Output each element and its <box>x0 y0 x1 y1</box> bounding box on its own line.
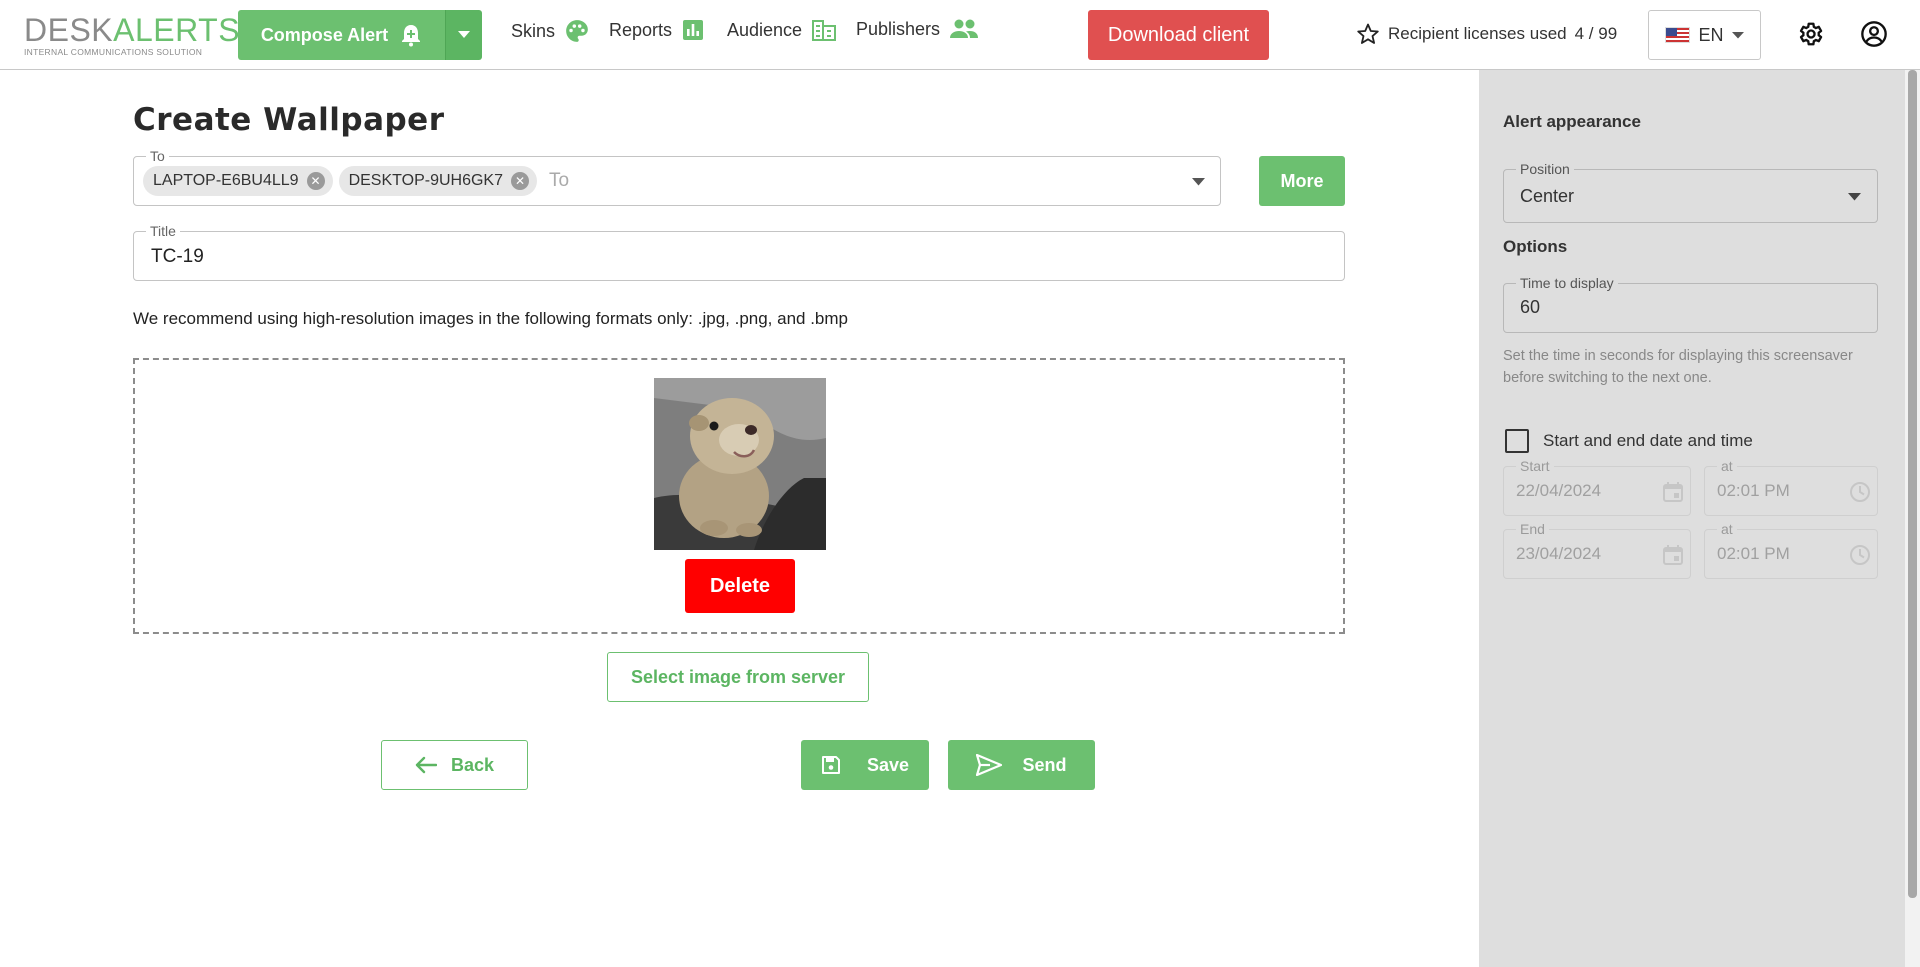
compose-alert-dropdown[interactable] <box>445 10 482 60</box>
time-to-display-legend: Time to display <box>1516 275 1618 291</box>
download-client-button[interactable]: Download client <box>1088 10 1269 60</box>
scrollbar-thumb[interactable] <box>1908 70 1917 898</box>
time-to-display-field[interactable]: Time to display 60 <box>1503 275 1878 333</box>
image-dropzone[interactable]: Delete <box>133 358 1345 634</box>
logo-alerts: ALERTS <box>113 12 241 48</box>
recipient-chip-label: DESKTOP-9UH6GK7 <box>348 172 503 189</box>
position-legend: Position <box>1516 161 1574 177</box>
delete-image-button[interactable]: Delete <box>685 559 795 613</box>
title-value[interactable]: TC-19 <box>151 246 204 268</box>
nav-publishers-label: Publishers <box>856 18 941 39</box>
end-time-value: 02:01 PM <box>1717 544 1790 563</box>
licenses-value: 4 / 99 <box>1574 24 1618 43</box>
nav-skins[interactable]: Skins <box>511 18 590 44</box>
recipient-chip[interactable]: LAPTOP-E6BU4LL9 ✕ <box>143 166 333 196</box>
time-to-display-value: 60 <box>1520 297 1541 317</box>
start-time-value: 02:01 PM <box>1717 481 1790 500</box>
options-heading: Options <box>1503 237 1568 256</box>
account-circle-icon[interactable] <box>1860 20 1888 48</box>
deskalerts-logo[interactable]: DESKALERTS INTERNAL COMMUNICATIONS SOLUT… <box>24 14 240 57</box>
caret-down-icon <box>1848 193 1861 201</box>
us-flag-icon <box>1665 27 1691 43</box>
select-image-from-server-button[interactable]: Select image from server <box>607 652 869 702</box>
back-label: Back <box>450 754 495 775</box>
top-bar: DESKALERTS INTERNAL COMMUNICATIONS SOLUT… <box>0 0 1920 70</box>
nav-reports[interactable]: Reports <box>609 18 705 42</box>
palette-icon <box>566 20 588 42</box>
remove-chip-icon[interactable]: ✕ <box>306 172 325 190</box>
to-placeholder[interactable]: To <box>549 170 569 192</box>
recipient-licenses: Recipient licenses used 4 / 99 <box>1356 22 1617 46</box>
page-scrollbar[interactable] <box>1905 70 1920 967</box>
page-title: Create Wallpaper <box>133 102 445 138</box>
nav-audience[interactable]: Audience <box>727 18 837 42</box>
recipient-chip-label: LAPTOP-E6BU4LL9 <box>153 172 299 189</box>
to-field[interactable]: To LAPTOP-E6BU4LL9 ✕ DESKTOP-9UH6GK7 ✕ T… <box>133 148 1221 206</box>
save-icon <box>821 756 840 774</box>
start-time-legend: at <box>1717 458 1737 474</box>
start-time-field[interactable]: at 02:01 PM <box>1704 458 1878 516</box>
otter-image-preview <box>654 378 826 550</box>
end-time-field[interactable]: at 02:01 PM <box>1704 521 1878 579</box>
people-icon <box>950 19 979 38</box>
audience-icon <box>812 20 837 41</box>
compose-alert-label: Compose Alert <box>260 24 389 45</box>
star-outline-icon <box>1357 23 1379 44</box>
gear-icon[interactable] <box>1796 20 1824 48</box>
language-label: EN <box>1698 24 1724 45</box>
more-button[interactable]: More <box>1259 156 1345 206</box>
to-legend: To <box>146 148 169 164</box>
start-date-value: 22/04/2024 <box>1516 481 1602 500</box>
save-label: Save <box>866 754 910 775</box>
recipient-chips: LAPTOP-E6BU4LL9 ✕ DESKTOP-9UH6GK7 ✕ To <box>143 166 569 196</box>
end-date-field[interactable]: End 23/04/2024 <box>1503 521 1691 579</box>
arrow-left-icon <box>415 756 437 774</box>
recipient-chip[interactable]: DESKTOP-9UH6GK7 ✕ <box>338 166 537 196</box>
calendar-icon[interactable] <box>1662 544 1684 566</box>
logo-desk: DESK <box>24 12 114 48</box>
clock-icon[interactable] <box>1849 544 1871 566</box>
end-date-value: 23/04/2024 <box>1516 544 1602 563</box>
time-to-display-hint: Set the time in seconds for displaying t… <box>1503 348 1853 386</box>
logo-tagline: INTERNAL COMMUNICATIONS SOLUTION <box>24 47 203 57</box>
settings-panel: Alert appearance Position Center Options… <box>1479 70 1905 967</box>
start-legend: Start <box>1516 458 1554 474</box>
clock-icon[interactable] <box>1849 481 1871 503</box>
save-button[interactable]: Save <box>801 740 929 790</box>
title-legend: Title <box>146 223 180 239</box>
send-icon <box>976 754 1003 776</box>
end-time-legend: at <box>1717 521 1737 537</box>
caret-down-icon[interactable] <box>1192 178 1205 186</box>
position-value: Center <box>1520 186 1575 206</box>
nav-reports-label: Reports <box>609 19 673 40</box>
send-button[interactable]: Send <box>948 740 1095 790</box>
nav-audience-label: Audience <box>727 19 803 40</box>
schedule-checkbox[interactable] <box>1505 429 1529 453</box>
send-label: Send <box>1022 754 1067 775</box>
title-field[interactable]: Title TC-19 <box>133 223 1345 281</box>
back-button[interactable]: Back <box>381 740 528 790</box>
licenses-label: Recipient licenses used <box>1388 24 1567 43</box>
bell-plus-icon <box>402 25 421 47</box>
alert-appearance-heading: Alert appearance <box>1503 112 1641 131</box>
compose-alert-group: Compose Alert <box>238 10 482 60</box>
end-legend: End <box>1516 521 1549 537</box>
nav-publishers[interactable]: Publishers <box>856 18 979 40</box>
nav-skins-label: Skins <box>511 20 556 41</box>
language-selector[interactable]: EN <box>1648 10 1761 60</box>
start-date-field[interactable]: Start 22/04/2024 <box>1503 458 1691 516</box>
calendar-icon[interactable] <box>1662 481 1684 503</box>
schedule-checkbox-label[interactable]: Start and end date and time <box>1543 431 1753 451</box>
compose-alert-button[interactable]: Compose Alert <box>238 10 445 60</box>
position-select[interactable]: Position Center <box>1503 161 1878 223</box>
caret-down-icon <box>1731 31 1744 38</box>
caret-down-icon <box>458 31 470 38</box>
remove-chip-icon[interactable]: ✕ <box>510 172 529 190</box>
format-recommendation: We recommend using high-resolution image… <box>133 309 849 328</box>
bar-chart-icon <box>683 20 704 40</box>
